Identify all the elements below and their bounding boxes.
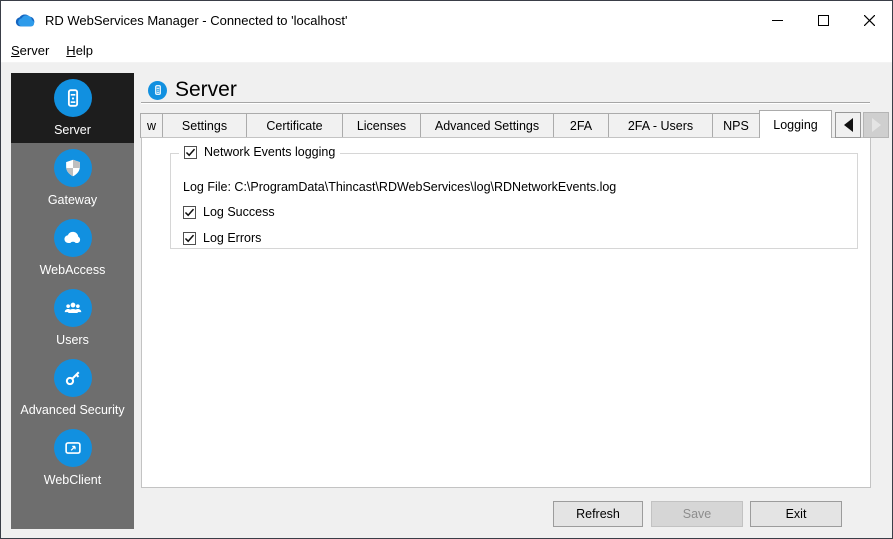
log-file-path: Log File: C:\ProgramData\Thincast\RDWebS… [183,180,617,194]
sidebar-label-webaccess: WebAccess [39,263,106,277]
sidebar: Server Gateway WebAccess Users Advanced … [11,73,134,529]
server-page-icon [148,80,167,100]
minimize-icon [771,19,783,21]
log-errors-row: Log Errors [183,231,845,245]
menu-server-accel: S [11,43,20,58]
sidebar-label-gateway: Gateway [47,193,98,207]
tab-advanced-settings[interactable]: Advanced Settings [420,113,554,138]
menu-server-rest: erver [19,43,50,58]
sidebar-item-server[interactable]: Server [11,73,134,143]
page-title: Server [175,78,237,101]
tab-bar: w Settings Certificate Licenses Advanced… [140,110,832,138]
shield-icon [53,149,92,187]
log-errors-checkbox[interactable] [183,231,196,245]
cloud-icon [53,219,92,257]
maximize-button[interactable] [800,1,846,39]
check-icon [185,148,196,156]
sidebar-item-advanced-security[interactable]: Advanced Security [11,353,134,423]
sidebar-label-webclient: WebClient [43,473,102,487]
log-success-checkbox[interactable] [183,205,196,219]
screen-icon [53,429,92,467]
sidebar-item-webaccess[interactable]: WebAccess [11,213,134,283]
menu-help-rest: elp [75,43,94,58]
sidebar-label-users: Users [56,333,89,347]
sidebar-item-webclient[interactable]: WebClient [11,423,134,493]
tab-2fa[interactable]: 2FA [553,113,609,138]
log-success-label: Log Success [203,205,275,219]
menu-help-accel: H [66,43,76,58]
network-events-logging-label: Network Events logging [204,145,336,159]
tab-nps[interactable]: NPS [712,113,760,138]
menu-help[interactable]: Help [59,40,100,61]
tab-2fa-users[interactable]: 2FA - Users [608,113,713,138]
sidebar-label-server: Server [54,123,91,137]
tab-scroll-left-button[interactable] [835,112,861,138]
tab-settings[interactable]: Settings [162,113,247,138]
app-window: RD WebServices Manager - Connected to 'l… [0,0,893,539]
page-header: Server [148,78,237,102]
menu-server[interactable]: Server [4,40,56,61]
right-arrow-icon [871,118,881,132]
refresh-button[interactable]: Refresh [553,501,643,527]
title-bar: RD WebServices Manager - Connected to 'l… [1,1,892,39]
server-icon [53,79,92,117]
network-events-logging-group: Network Events logging Log File: C:\Prog… [170,145,858,249]
maximize-icon [817,14,829,26]
app-logo-cloud-icon [15,14,35,27]
check-icon [184,208,195,216]
check-icon [184,234,195,242]
logging-tab-pane: Network Events logging Log File: C:\Prog… [141,137,871,488]
close-icon [863,14,875,26]
save-button[interactable]: Save [651,501,743,527]
users-icon [53,289,92,327]
tab-overview-partial[interactable]: w [140,113,163,138]
network-events-logging-checkbox[interactable] [184,145,197,159]
close-button[interactable] [846,1,892,39]
tab-licenses[interactable]: Licenses [342,113,421,138]
sidebar-item-gateway[interactable]: Gateway [11,143,134,213]
tab-scroll-right-button[interactable] [863,112,889,138]
minimize-button[interactable] [754,1,800,39]
log-success-row: Log Success [183,205,845,219]
left-arrow-icon [843,118,853,132]
tab-certificate[interactable]: Certificate [246,113,343,138]
header-separator [141,102,870,104]
key-icon [53,359,92,397]
sidebar-item-users[interactable]: Users [11,283,134,353]
tab-scroll-controls [833,112,889,138]
tab-logging[interactable]: Logging [759,110,832,138]
exit-button[interactable]: Exit [750,501,842,527]
window-title: RD WebServices Manager - Connected to 'l… [45,12,348,28]
sidebar-label-advanced-security: Advanced Security [20,403,125,417]
menu-bar: Server Help [1,39,892,63]
log-errors-label: Log Errors [203,231,262,245]
